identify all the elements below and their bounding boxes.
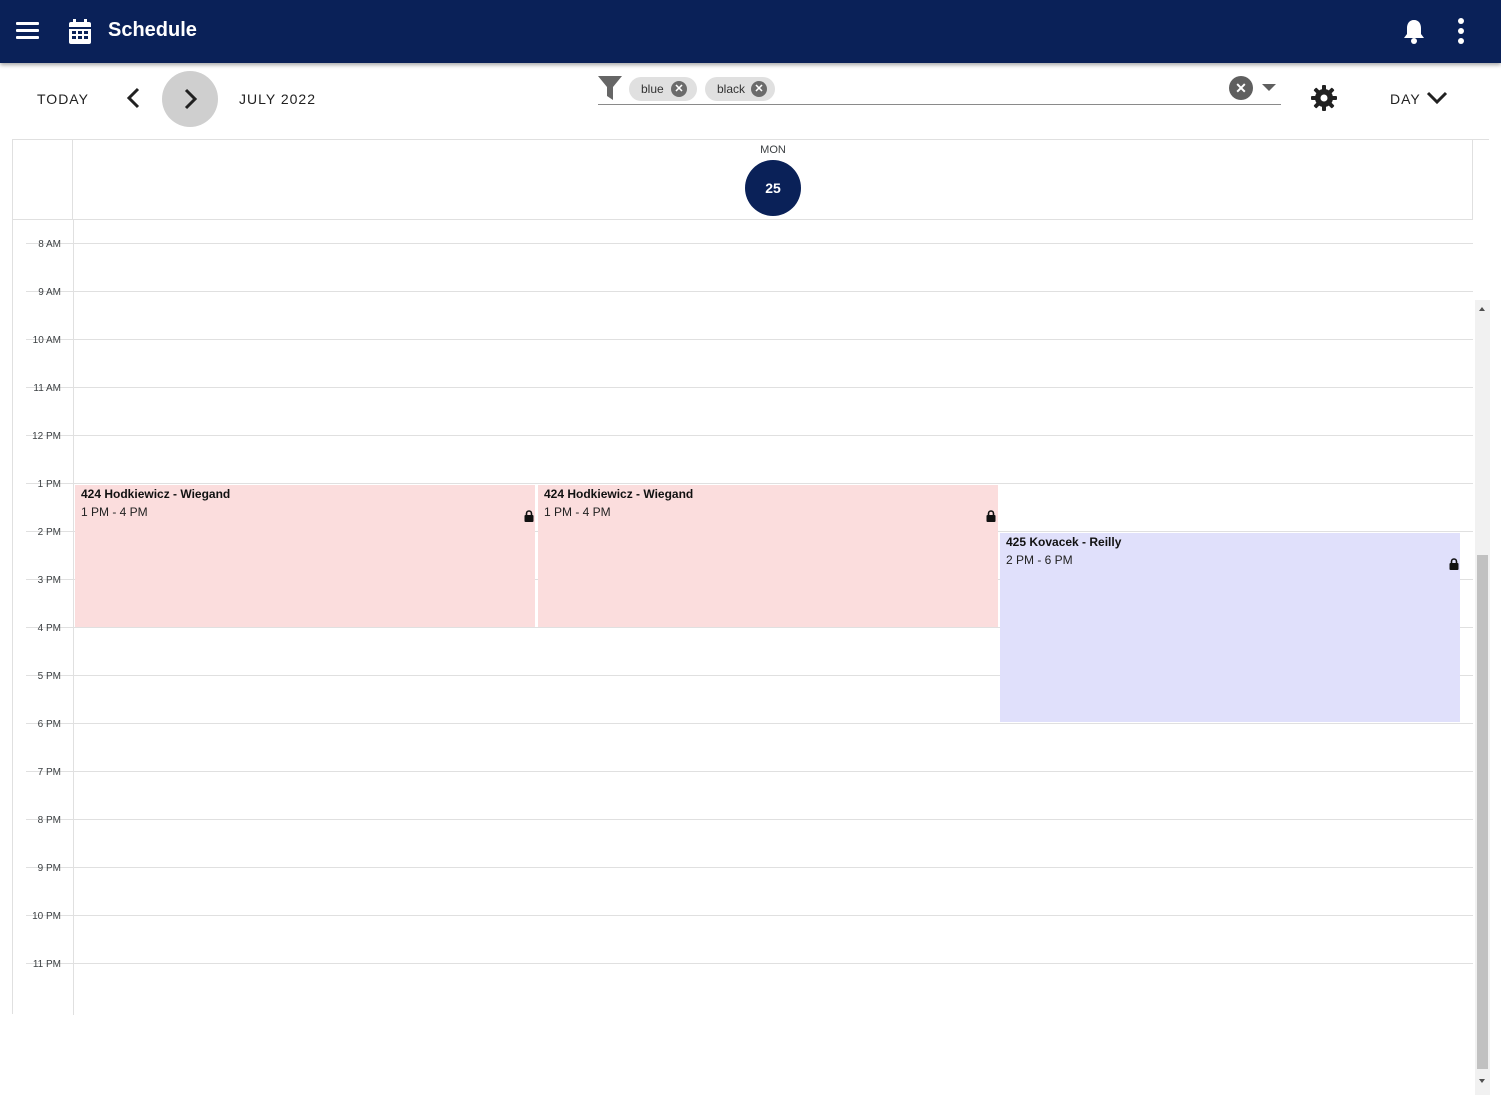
more-vert-icon[interactable] — [1451, 18, 1471, 44]
time-label: 8 PM — [37, 815, 61, 826]
time-label: 11 AM — [33, 383, 61, 394]
time-label: 1 PM — [37, 479, 61, 490]
event-time: 1 PM - 4 PM — [81, 505, 148, 519]
clear-filter-icon[interactable]: ✕ — [1229, 76, 1253, 100]
date-badge[interactable]: 25 — [745, 160, 801, 216]
chip-label: blue — [641, 82, 664, 96]
time-label: 11 PM — [32, 959, 61, 970]
lock-icon — [524, 510, 534, 522]
time-label: 10 AM — [32, 335, 61, 346]
vertical-scrollbar[interactable] — [1475, 300, 1490, 1095]
time-label: 3 PM — [37, 575, 61, 586]
time-label: 12 PM — [32, 431, 61, 442]
time-label: 10 PM — [32, 911, 61, 922]
chevron-right-icon — [184, 88, 198, 110]
event-card[interactable]: 424 Hodkiewicz - Wiegand 1 PM - 4 PM — [75, 485, 535, 627]
event-title: 425 Kovacek - Reilly — [1006, 535, 1122, 549]
event-time: 1 PM - 4 PM — [544, 505, 611, 519]
app-title: Schedule — [108, 19, 197, 41]
close-circle-icon[interactable]: ✕ — [671, 81, 687, 97]
app-bar: Schedule — [0, 0, 1501, 63]
lock-icon — [986, 510, 996, 522]
time-label: 9 AM — [38, 287, 61, 298]
chip-label: black — [717, 82, 746, 96]
time-grid[interactable]: 8 AM 9 AM 10 AM 11 AM 12 PM 1 PM 2 PM 3 … — [13, 220, 1490, 1095]
close-circle-icon[interactable]: ✕ — [751, 81, 767, 97]
dropdown-arrow-icon[interactable] — [1262, 84, 1276, 91]
filter-chip-black[interactable]: black ✕ — [705, 77, 775, 101]
chevron-left-icon[interactable] — [119, 83, 149, 113]
calendar-icon — [69, 19, 91, 44]
day-calendar: MON 25 8 AM 9 AM 10 AM 11 AM 12 PM 1 PM … — [12, 139, 1490, 1095]
today-button[interactable]: TODAY — [37, 91, 89, 107]
event-card[interactable]: 424 Hodkiewicz - Wiegand 1 PM - 4 PM — [538, 485, 998, 627]
scrollbar-thumb[interactable] — [1477, 555, 1488, 1069]
time-label: 8 AM — [38, 239, 61, 250]
time-label: 6 PM — [37, 719, 61, 730]
view-selector[interactable]: DAY — [1390, 91, 1421, 107]
scroll-down-icon[interactable] — [1479, 1079, 1485, 1083]
weekday-label: MON — [760, 144, 786, 156]
menu-icon[interactable] — [16, 20, 40, 42]
settings-icon[interactable] — [1311, 85, 1337, 111]
month-label: JULY 2022 — [239, 91, 316, 107]
header-gutter — [13, 140, 73, 220]
day-header: MON 25 — [13, 140, 1473, 220]
event-time: 2 PM - 6 PM — [1006, 553, 1073, 567]
next-button[interactable] — [162, 71, 218, 127]
time-label: 4 PM — [37, 623, 61, 634]
time-label: 2 PM — [37, 527, 61, 538]
bell-icon[interactable] — [1402, 18, 1426, 44]
scroll-up-icon[interactable] — [1479, 307, 1485, 311]
event-title: 424 Hodkiewicz - Wiegand — [81, 487, 231, 501]
time-label: 9 PM — [37, 863, 61, 874]
time-label: 7 PM — [37, 767, 61, 778]
time-label: 5 PM — [37, 671, 61, 682]
tag-filter[interactable]: blue ✕ black ✕ ✕ — [598, 73, 1281, 105]
event-card[interactable]: 425 Kovacek - Reilly 2 PM - 6 PM — [1000, 533, 1460, 722]
filter-chip-blue[interactable]: blue ✕ — [629, 77, 697, 101]
lock-icon — [1449, 558, 1459, 570]
calendar-toolbar: TODAY JULY 2022 blue ✕ black ✕ ✕ DAY — [0, 63, 1501, 139]
event-title: 424 Hodkiewicz - Wiegand — [544, 487, 694, 501]
filter-icon — [598, 76, 622, 100]
chevron-down-icon[interactable] — [1425, 88, 1449, 108]
